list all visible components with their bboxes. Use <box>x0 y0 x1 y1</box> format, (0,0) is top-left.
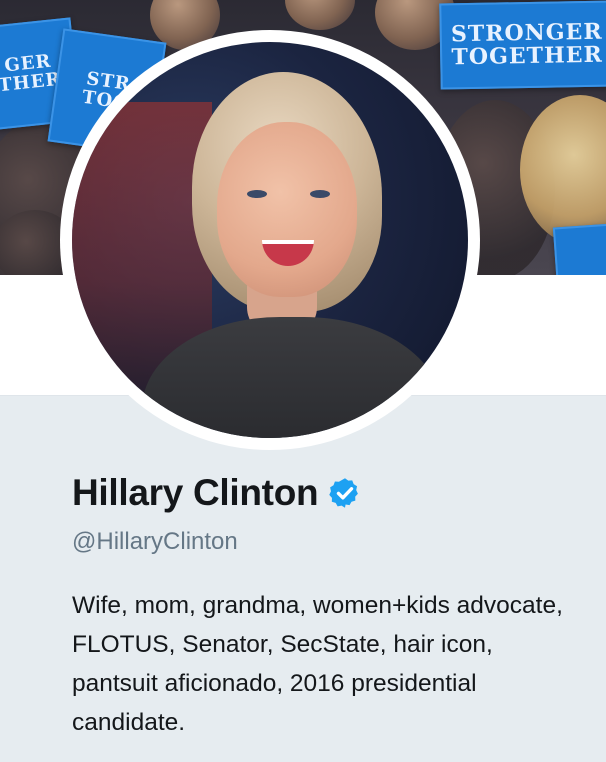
user-handle[interactable]: @HillaryClinton <box>72 528 238 556</box>
rally-sign: STRONGER TOGETHER <box>439 0 606 90</box>
profile-bio: Wife, mom, grandma, women+kids advocate,… <box>72 592 563 736</box>
display-name[interactable]: Hillary Clinton <box>72 472 319 514</box>
rally-sign <box>552 222 606 275</box>
avatar-eye <box>310 190 330 198</box>
verified-badge-icon[interactable] <box>328 476 362 510</box>
sign-text: THER <box>0 68 63 97</box>
profile-card: Hillary Clinton @HillaryClinton Wife, mo… <box>0 396 606 762</box>
avatar-frame[interactable] <box>60 30 480 450</box>
crowd-figure <box>285 0 355 30</box>
sign-text: TOGETHER <box>451 41 604 71</box>
name-row: Hillary Clinton <box>72 472 362 514</box>
avatar[interactable] <box>72 42 468 438</box>
avatar-eye <box>247 190 267 198</box>
avatar-face <box>217 122 357 297</box>
